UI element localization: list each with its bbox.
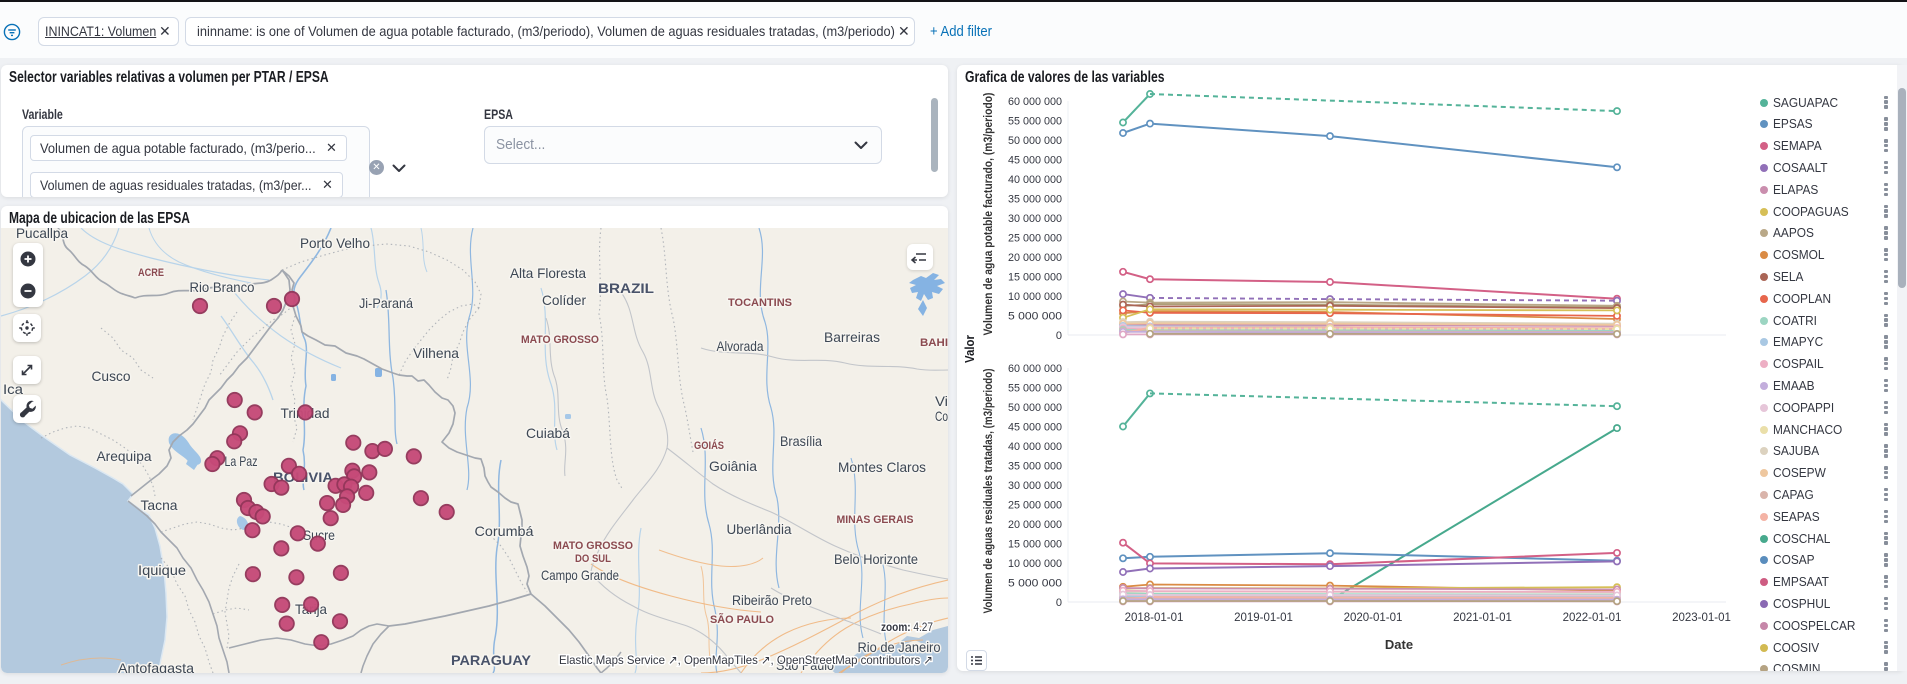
svg-text:Porto Velho: Porto Velho [300, 235, 370, 251]
svg-text:Rio Branco: Rio Branco [190, 279, 255, 295]
svg-text:15 000 000: 15 000 000 [1008, 272, 1062, 284]
svg-text:55 000 000: 55 000 000 [1008, 383, 1062, 395]
svg-text:Cusco: Cusco [92, 368, 131, 384]
svg-text:40 000 000: 40 000 000 [1008, 441, 1062, 453]
svg-text:Elastic Maps Service ↗, OpenMa: Elastic Maps Service ↗, OpenMapTiles ↗, … [559, 653, 933, 667]
svg-text:BAHI: BAHI [920, 337, 948, 349]
svg-text:20 000 000: 20 000 000 [1008, 252, 1062, 264]
svg-text:60 000 000: 60 000 000 [1008, 363, 1062, 375]
svg-text:50 000 000: 50 000 000 [1008, 135, 1062, 147]
svg-text:5 000 000: 5 000 000 [1008, 578, 1062, 590]
svg-text:BRAZIL: BRAZIL [598, 280, 654, 296]
svg-text:10 000 000: 10 000 000 [1008, 558, 1062, 570]
svg-text:2018-01-01: 2018-01-01 [1125, 612, 1184, 624]
svg-text:35 000 000: 35 000 000 [1008, 461, 1062, 473]
svg-text:10 000 000: 10 000 000 [1008, 291, 1062, 303]
svg-text:SÃO PAULO: SÃO PAULO [710, 613, 774, 626]
svg-text:Arequipa: Arequipa [97, 448, 152, 464]
svg-text:Ji-Paraná: Ji-Paraná [359, 295, 413, 311]
svg-text:zoom: 4.27: zoom: 4.27 [881, 620, 933, 634]
svg-text:2020-01-01: 2020-01-01 [1344, 612, 1403, 624]
svg-text:GOIÁS: GOIÁS [694, 439, 724, 452]
svg-text:Antofagasta: Antofagasta [118, 660, 194, 673]
svg-text:45 000 000: 45 000 000 [1008, 422, 1062, 434]
svg-text:TOCANTINS: TOCANTINS [728, 297, 792, 309]
svg-text:Campo Grande: Campo Grande [541, 567, 619, 583]
svg-text:25 000 000: 25 000 000 [1008, 233, 1062, 245]
svg-text:25 000 000: 25 000 000 [1008, 500, 1062, 512]
svg-text:0: 0 [1056, 330, 1062, 342]
svg-text:DO SUL: DO SUL [575, 553, 611, 565]
svg-text:Ribeirão Preto: Ribeirão Preto [732, 592, 812, 608]
svg-text:40 000 000: 40 000 000 [1008, 174, 1062, 186]
svg-text:Date: Date [1385, 637, 1413, 652]
svg-text:30 000 000: 30 000 000 [1008, 480, 1062, 492]
svg-text:45 000 000: 45 000 000 [1008, 155, 1062, 167]
svg-text:PARAGUAY: PARAGUAY [451, 652, 532, 668]
svg-text:Valor: Valor [962, 335, 977, 363]
svg-text:55 000 000: 55 000 000 [1008, 116, 1062, 128]
svg-text:20 000 000: 20 000 000 [1008, 519, 1062, 531]
svg-text:35 000 000: 35 000 000 [1008, 194, 1062, 206]
svg-text:Alta Floresta: Alta Floresta [510, 265, 586, 281]
svg-text:Pucallpa: Pucallpa [16, 228, 68, 241]
svg-text:30 000 000: 30 000 000 [1008, 213, 1062, 225]
svg-text:Cuiabá: Cuiabá [526, 425, 570, 441]
svg-text:Montes Claros: Montes Claros [838, 459, 926, 475]
svg-text:Vi: Vi [935, 393, 948, 409]
svg-text:Iquique: Iquique [138, 562, 186, 578]
svg-text:50 000 000: 50 000 000 [1008, 402, 1062, 414]
svg-text:MATO GROSSO: MATO GROSSO [553, 540, 633, 552]
svg-text:Vilhena: Vilhena [413, 345, 459, 361]
svg-text:MATO GROSSO: MATO GROSSO [521, 334, 599, 346]
svg-text:Tacna: Tacna [141, 497, 178, 513]
svg-text:60 000 000: 60 000 000 [1008, 96, 1062, 108]
svg-text:ACRE: ACRE [138, 267, 164, 279]
svg-text:Co: Co [935, 408, 948, 424]
svg-text:5 000 000: 5 000 000 [1008, 311, 1062, 323]
svg-text:Colíder: Colíder [542, 292, 586, 308]
svg-text:Belo Horizonte: Belo Horizonte [834, 551, 918, 567]
svg-text:2021-01-01: 2021-01-01 [1453, 612, 1512, 624]
svg-text:2022-01-01: 2022-01-01 [1563, 612, 1622, 624]
svg-text:15 000 000: 15 000 000 [1008, 539, 1062, 551]
svg-text:Volumen de aguas residuales tr: Volumen de aguas residuales tratadas, (m… [981, 369, 995, 614]
svg-text:Corumbá: Corumbá [475, 523, 534, 539]
svg-text:0: 0 [1056, 597, 1062, 609]
svg-text:2023-01-01: 2023-01-01 [1672, 612, 1731, 624]
svg-text:Goiânia: Goiânia [709, 458, 757, 474]
svg-text:Brasília: Brasília [780, 433, 822, 449]
svg-text:MINAS GERAIS: MINAS GERAIS [837, 514, 914, 526]
svg-text:Alvorada: Alvorada [717, 338, 764, 354]
svg-text:La Paz: La Paz [225, 453, 258, 469]
svg-text:2019-01-01: 2019-01-01 [1234, 612, 1293, 624]
svg-text:Barreiras: Barreiras [824, 329, 880, 345]
svg-text:Uberlândia: Uberlândia [727, 521, 792, 537]
svg-text:Volumen de agua potable factur: Volumen de agua potable facturado, (m3/p… [981, 93, 995, 336]
